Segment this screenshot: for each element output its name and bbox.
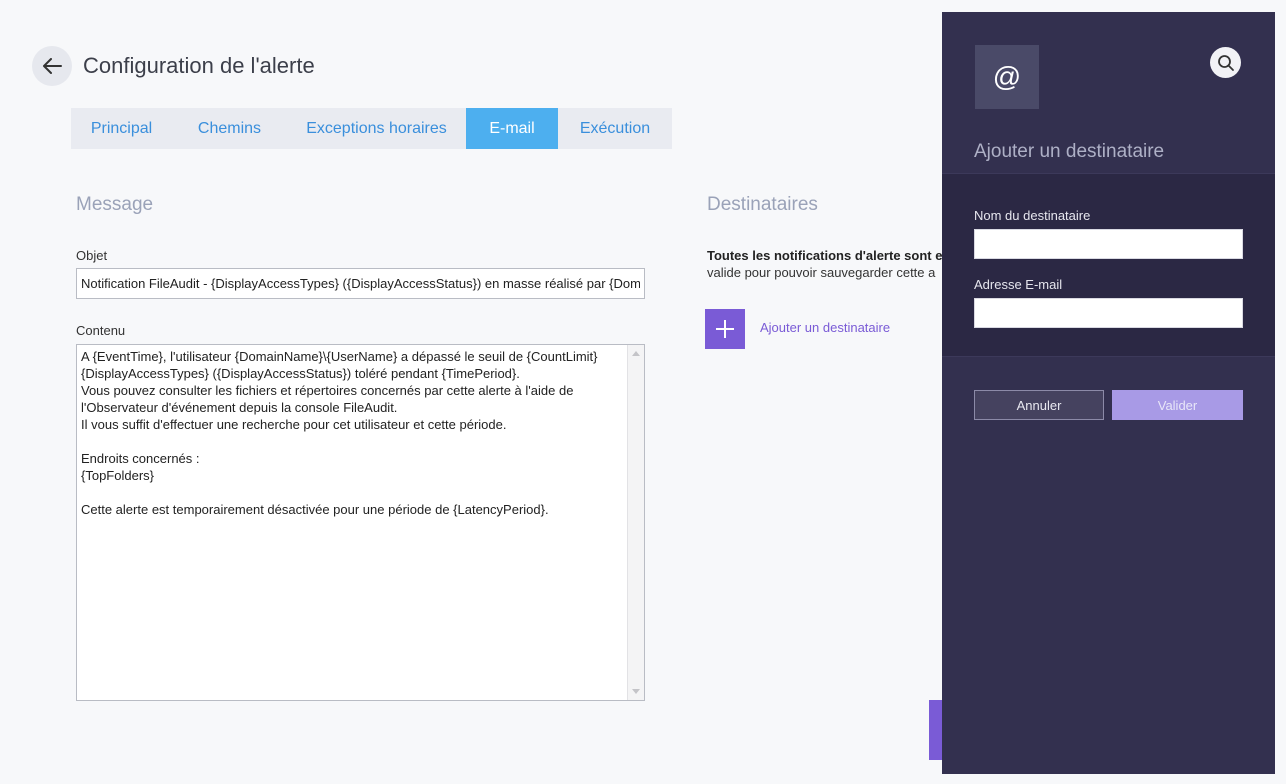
tab-execution[interactable]: Exécution xyxy=(558,108,672,149)
subject-label: Objet xyxy=(76,248,108,263)
add-recipient-button[interactable] xyxy=(705,309,745,349)
recipients-notice-text: valide pour pouvoir sauvegarder cette a xyxy=(707,265,936,280)
tab-chemins[interactable]: Chemins xyxy=(172,108,287,149)
search-icon xyxy=(1217,54,1234,71)
recipients-section-title: Destinataires xyxy=(707,194,818,215)
add-recipient-panel: @ Ajouter un destinataire Nom du destina… xyxy=(942,12,1275,774)
back-button[interactable] xyxy=(32,46,72,86)
recipient-email-label: Adresse E-mail xyxy=(974,277,1063,292)
add-recipient-link[interactable]: Ajouter un destinataire xyxy=(760,320,890,335)
recipient-form: Nom du destinataire Adresse E-mail xyxy=(942,173,1275,357)
at-sign-icon: @ xyxy=(975,45,1039,109)
content-scrollbar[interactable] xyxy=(627,345,644,700)
panel-search-button[interactable] xyxy=(1210,47,1241,78)
tab-email[interactable]: E-mail xyxy=(466,108,558,149)
arrow-left-icon xyxy=(43,58,62,74)
recipients-notice-bold: Toutes les notifications d'alerte sont e xyxy=(707,248,943,263)
plus-icon xyxy=(716,320,734,338)
panel-title: Ajouter un destinataire xyxy=(974,141,1165,162)
scroll-down-icon[interactable] xyxy=(632,689,640,694)
message-section-title: Message xyxy=(76,194,154,215)
content-text[interactable]: A {EventTime}, l'utilisateur {DomainName… xyxy=(77,345,627,700)
subject-input[interactable] xyxy=(76,268,645,299)
content-textarea[interactable]: A {EventTime}, l'utilisateur {DomainName… xyxy=(76,344,645,701)
content-label: Contenu xyxy=(76,323,126,338)
recipient-name-label: Nom du destinataire xyxy=(974,208,1091,223)
cancel-button[interactable]: Annuler xyxy=(974,390,1104,420)
recipient-name-input[interactable] xyxy=(974,229,1243,259)
recipient-email-input[interactable] xyxy=(974,298,1243,328)
tab-bar: Principal Chemins Exceptions horaires E-… xyxy=(71,108,672,149)
validate-button[interactable]: Valider xyxy=(1112,390,1243,420)
page-title: Configuration de l'alerte xyxy=(83,53,315,78)
scroll-up-icon[interactable] xyxy=(632,351,640,356)
tab-exceptions-horaires[interactable]: Exceptions horaires xyxy=(287,108,466,149)
tab-principal[interactable]: Principal xyxy=(71,108,172,149)
